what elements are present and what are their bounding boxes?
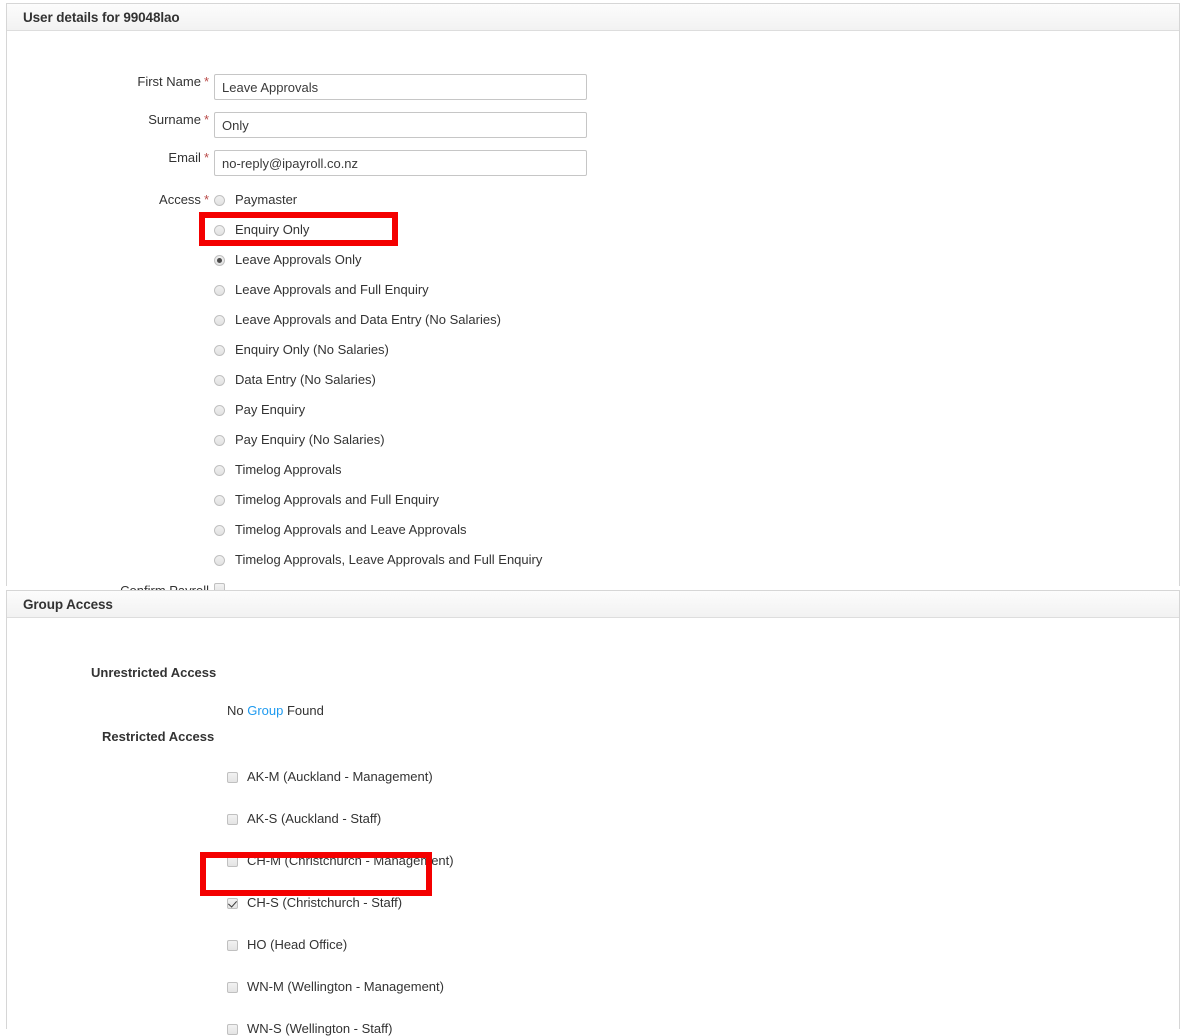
- radio-icon[interactable]: [214, 374, 225, 386]
- radio-icon[interactable]: [214, 224, 225, 236]
- radio-icon[interactable]: [214, 254, 225, 266]
- email-input[interactable]: [214, 150, 587, 176]
- email-label: Email *: [7, 150, 214, 165]
- group-item-label: CH-S (Christchurch - Staff): [247, 895, 403, 910]
- radio-icon[interactable]: [214, 434, 225, 446]
- group-item-0[interactable]: AK-M (Auckland - Management): [227, 769, 454, 785]
- access-label: Access *: [7, 192, 214, 207]
- group-item-2[interactable]: CH-M (Christchurch - Management): [227, 853, 454, 869]
- restricted-group-list: AK-M (Auckland - Management) AK-S (Auckla…: [227, 769, 454, 1036]
- no-group-prefix: No: [227, 703, 248, 718]
- restricted-access-heading: Restricted Access: [102, 729, 215, 744]
- group-link[interactable]: Group: [247, 703, 283, 718]
- access-option-6[interactable]: Data Entry (No Salaries): [214, 372, 542, 388]
- group-checkbox[interactable]: [227, 855, 238, 867]
- first-name-input[interactable]: [214, 74, 587, 100]
- group-access-panel: Group Access Unrestricted Access No Grou…: [6, 590, 1180, 1036]
- access-option-12[interactable]: Timelog Approvals, Leave Approvals and F…: [214, 552, 542, 568]
- radio-icon[interactable]: [214, 314, 225, 326]
- access-required-marker: *: [203, 192, 209, 207]
- surname-input[interactable]: [214, 112, 587, 138]
- access-option-label: Timelog Approvals: [235, 462, 342, 477]
- access-option-10[interactable]: Timelog Approvals and Full Enquiry: [214, 492, 542, 508]
- access-option-label: Enquiry Only: [235, 222, 310, 237]
- surname-row: Surname *: [7, 112, 1179, 138]
- radio-icon[interactable]: [214, 464, 225, 476]
- group-item-label: AK-S (Auckland - Staff): [247, 811, 382, 826]
- surname-required-marker: *: [203, 112, 209, 127]
- no-group-suffix: Found: [283, 703, 324, 718]
- group-item-label: AK-M (Auckland - Management): [247, 769, 433, 784]
- radio-icon[interactable]: [214, 494, 225, 506]
- first-name-row: First Name *: [7, 74, 1179, 100]
- access-option-11[interactable]: Timelog Approvals and Leave Approvals: [214, 522, 542, 538]
- access-option-label: Data Entry (No Salaries): [235, 372, 376, 387]
- first-name-label-text: First Name: [137, 74, 201, 89]
- radio-icon[interactable]: [214, 524, 225, 536]
- access-option-2[interactable]: Leave Approvals Only: [214, 252, 542, 268]
- group-checkbox[interactable]: [227, 939, 238, 951]
- group-item-label: WN-S (Wellington - Staff): [247, 1021, 393, 1036]
- access-option-label: Pay Enquiry (No Salaries): [235, 432, 385, 447]
- access-label-text: Access: [159, 192, 201, 207]
- unrestricted-access-heading: Unrestricted Access: [91, 665, 217, 680]
- group-checkbox[interactable]: [227, 1023, 238, 1035]
- access-option-label: Leave Approvals and Data Entry (No Salar…: [235, 312, 501, 327]
- access-row: Access * Paymaster Enquiry Only Leave Appro…: [7, 192, 1179, 568]
- access-option-1[interactable]: Enquiry Only: [214, 222, 542, 238]
- radio-icon[interactable]: [214, 404, 225, 416]
- radio-icon[interactable]: [214, 194, 225, 206]
- access-option-label: Timelog Approvals, Leave Approvals and F…: [235, 552, 543, 567]
- group-item-label: HO (Head Office): [247, 937, 348, 952]
- access-option-label: Enquiry Only (No Salaries): [235, 342, 389, 357]
- radio-icon[interactable]: [214, 284, 225, 296]
- group-item-label: CH-M (Christchurch - Management): [247, 853, 454, 868]
- no-group-found-message: No Group Found: [227, 703, 324, 718]
- group-checkbox[interactable]: [227, 771, 238, 783]
- email-row: Email *: [7, 150, 1179, 176]
- group-checkbox[interactable]: [227, 897, 238, 909]
- access-option-label: Leave Approvals Only: [235, 252, 362, 267]
- radio-icon[interactable]: [214, 554, 225, 566]
- access-option-5[interactable]: Enquiry Only (No Salaries): [214, 342, 542, 358]
- surname-label-text: Surname: [148, 112, 201, 127]
- access-option-label: Leave Approvals and Full Enquiry: [235, 282, 429, 297]
- surname-label: Surname *: [7, 112, 214, 127]
- radio-icon[interactable]: [214, 344, 225, 356]
- group-checkbox[interactable]: [227, 981, 238, 993]
- user-details-panel: User details for 99048lao First Name* Su…: [6, 3, 1180, 598]
- access-option-label: Pay Enquiry: [235, 402, 306, 417]
- access-option-label: Timelog Approvals and Full Enquiry: [235, 492, 440, 507]
- email-label-text: Email: [168, 150, 201, 165]
- access-radio-group: Paymaster Enquiry Only Leave Approvals Onl…: [214, 192, 542, 568]
- access-option-label: Paymaster: [235, 192, 298, 207]
- user-details-panel-body: First Name* Surname* Email*: [7, 31, 1179, 598]
- first-name-required-marker: *: [203, 74, 209, 89]
- group-item-5[interactable]: WN-M (Wellington - Management): [227, 979, 454, 995]
- access-option-3[interactable]: Leave Approvals and Full Enquiry: [214, 282, 542, 298]
- group-checkbox[interactable]: [227, 813, 238, 825]
- access-option-label: Timelog Approvals and Leave Approvals: [235, 522, 467, 537]
- group-access-panel-body: Unrestricted Access No Group Found Restr…: [7, 618, 1179, 1036]
- group-access-panel-title: Group Access: [7, 591, 1179, 618]
- group-item-6[interactable]: WN-S (Wellington - Staff): [227, 1021, 454, 1036]
- user-details-panel-title: User details for 99048lao: [7, 4, 1179, 31]
- access-option-7[interactable]: Pay Enquiry: [214, 402, 542, 418]
- access-option-4[interactable]: Leave Approvals and Data Entry (No Salar…: [214, 312, 542, 328]
- group-item-label: WN-M (Wellington - Management): [247, 979, 444, 994]
- access-option-0[interactable]: Paymaster: [214, 192, 542, 208]
- group-item-3[interactable]: CH-S (Christchurch - Staff): [227, 895, 454, 911]
- group-item-1[interactable]: AK-S (Auckland - Staff): [227, 811, 454, 827]
- access-option-9[interactable]: Timelog Approvals: [214, 462, 542, 478]
- page-root: User details for 99048lao First Name* Su…: [0, 0, 1194, 1036]
- first-name-label: First Name *: [7, 74, 214, 89]
- email-required-marker: *: [203, 150, 209, 165]
- group-item-4[interactable]: HO (Head Office): [227, 937, 454, 953]
- access-option-8[interactable]: Pay Enquiry (No Salaries): [214, 432, 542, 448]
